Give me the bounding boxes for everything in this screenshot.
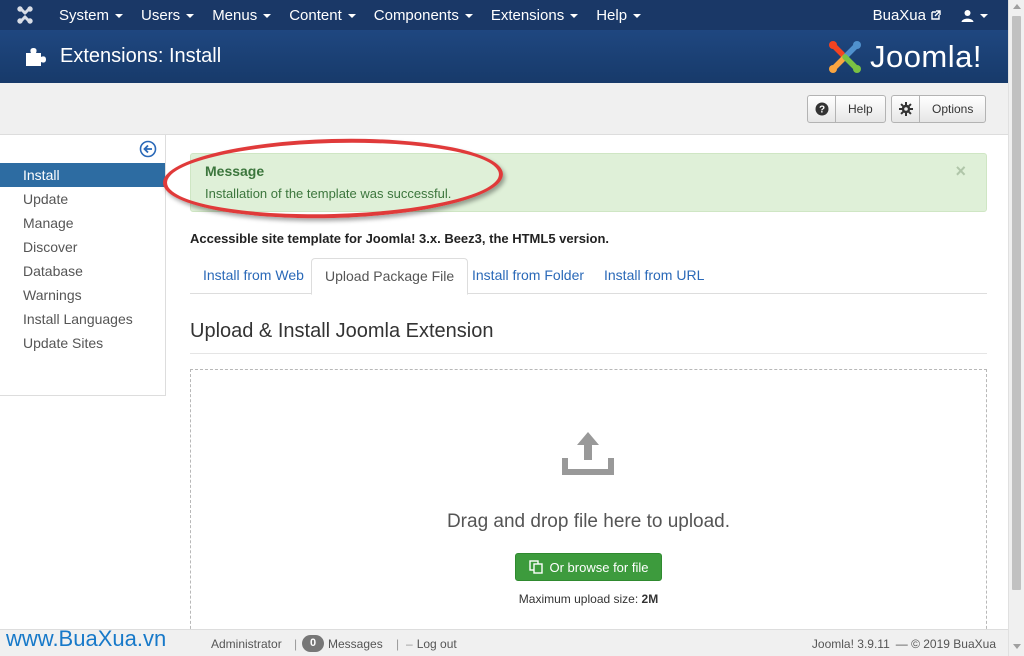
- user-menu[interactable]: [951, 9, 1008, 22]
- page-header: Extensions: Install Joomla!: [0, 30, 1008, 83]
- vertical-scrollbar[interactable]: [1008, 0, 1024, 656]
- tab-install-from-folder[interactable]: Install from Folder: [459, 258, 597, 294]
- caret-down-icon: [347, 14, 356, 18]
- section-title: Upload & Install Joomla Extension: [190, 320, 987, 354]
- sidebar: Install Update Manage Discover Database …: [0, 135, 166, 396]
- menu-extensions[interactable]: Extensions: [482, 0, 587, 30]
- caret-down-icon: [115, 14, 124, 18]
- help-button[interactable]: ? Help: [807, 95, 886, 123]
- site-link[interactable]: BuaXua: [863, 7, 951, 24]
- joomla-logo-icon: [828, 40, 861, 73]
- max-upload-size: Maximum upload size: 2M: [518, 592, 659, 606]
- status-separator: |: [294, 636, 298, 651]
- version-info: Joomla! 3.9.11 — © 2019 BuaXua: [811, 636, 996, 651]
- copy-icon: [528, 560, 543, 574]
- sidebar-menu: Install Update Manage Discover Database …: [0, 163, 165, 355]
- upload-dropzone[interactable]: Drag and drop file here to upload. Or br…: [190, 369, 987, 649]
- svg-text:?: ?: [818, 105, 824, 116]
- minus-icon: –: [406, 636, 413, 651]
- puzzle-icon: [26, 47, 46, 66]
- caret-down-icon: [263, 14, 272, 18]
- top-navbar: System Users Menus Content Components Ex…: [0, 0, 1008, 30]
- page-title: Extensions: Install: [60, 45, 222, 67]
- messages-link[interactable]: 0 Messages: [302, 630, 383, 656]
- logout-link[interactable]: – Log out: [406, 630, 457, 656]
- joomla-wordmark: Joomla!: [869, 38, 982, 74]
- arrow-circle-left-icon[interactable]: [139, 140, 157, 158]
- scroll-thumb[interactable]: [1012, 16, 1021, 590]
- sidebar-item-install[interactable]: Install: [0, 163, 165, 187]
- close-icon[interactable]: ×: [955, 161, 966, 182]
- scroll-down-arrow-icon[interactable]: [1013, 644, 1021, 649]
- caret-down-icon: [980, 14, 988, 18]
- caret-down-icon: [570, 14, 579, 18]
- caret-down-icon: [633, 14, 642, 18]
- install-tabs: Install from Web Upload Package File Ins…: [190, 258, 987, 295]
- tab-install-from-web[interactable]: Install from Web: [190, 258, 317, 294]
- joomla-home-icon[interactable]: [0, 0, 50, 30]
- sidebar-item-database[interactable]: Database: [0, 259, 165, 283]
- joomla-logo: Joomla!: [826, 38, 982, 76]
- menu-system[interactable]: System: [50, 0, 132, 30]
- navbar-right: BuaXua: [863, 0, 1008, 30]
- template-description: Accessible site template for Joomla! 3.x…: [190, 231, 610, 246]
- menu-help[interactable]: Help: [587, 0, 650, 30]
- main-menu: System Users Menus Content Components Ex…: [50, 0, 650, 30]
- sidebar-item-warnings[interactable]: Warnings: [0, 283, 165, 307]
- menu-content[interactable]: Content: [280, 0, 365, 30]
- watermark: www.BuaXua.vn: [6, 626, 167, 651]
- sidebar-item-install-languages[interactable]: Install Languages: [0, 307, 165, 331]
- options-button[interactable]: Options: [891, 95, 987, 123]
- menu-components[interactable]: Components: [365, 0, 482, 30]
- user-icon: [961, 9, 974, 22]
- caret-down-icon: [464, 14, 473, 18]
- messages-count-badge: 0: [302, 635, 324, 652]
- menu-menus[interactable]: Menus: [203, 0, 280, 30]
- external-link-icon: [931, 10, 941, 20]
- tab-install-from-url[interactable]: Install from URL: [591, 258, 717, 294]
- sidebar-item-discover[interactable]: Discover: [0, 235, 165, 259]
- administrator-link[interactable]: Administrator: [211, 630, 282, 656]
- menu-users[interactable]: Users: [132, 0, 203, 30]
- scroll-up-arrow-icon[interactable]: [1013, 4, 1021, 9]
- sidebar-item-manage[interactable]: Manage: [0, 211, 165, 235]
- tab-upload-package-file[interactable]: Upload Package File: [311, 258, 469, 295]
- sidebar-item-update-sites[interactable]: Update Sites: [0, 331, 165, 355]
- gear-icon: [892, 96, 920, 122]
- browse-for-file-button[interactable]: Or browse for file: [515, 553, 662, 581]
- upload-icon: [562, 432, 614, 475]
- drop-text: Drag and drop file here to upload.: [446, 511, 731, 532]
- status-separator: |: [396, 636, 400, 651]
- question-circle-icon: ?: [808, 96, 836, 122]
- caret-down-icon: [186, 14, 195, 18]
- sidebar-item-update[interactable]: Update: [0, 187, 165, 211]
- toolbar: ? Help Options: [0, 83, 1008, 135]
